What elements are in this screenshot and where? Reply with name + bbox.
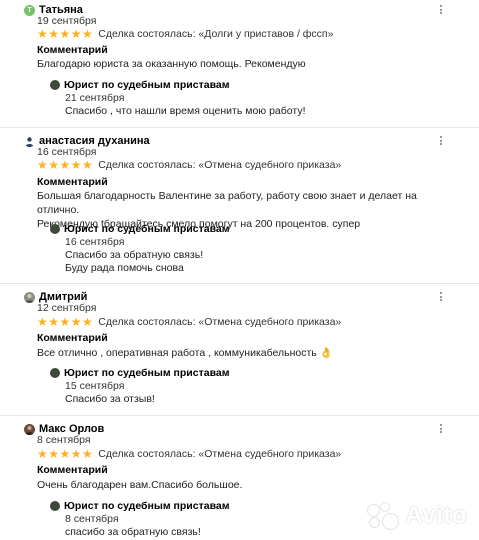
- reply-text: Спасибо за отзыв!: [65, 393, 155, 405]
- reply-text: Буду рада помочь снова: [65, 262, 184, 274]
- comment-label: Комментарий: [37, 332, 108, 344]
- avatar[interactable]: [24, 423, 35, 435]
- comment-line: Большая благодарность Валентине за работ…: [37, 190, 417, 216]
- deal-status: Сделка состоялась: «Отмена судебного при…: [98, 158, 342, 171]
- person-photo-icon: [25, 293, 34, 303]
- avito-logo-icon: [365, 502, 401, 530]
- watermark-text: Avito: [405, 502, 467, 529]
- deal-status: Сделка состоялась: «Отмена судебного при…: [98, 447, 342, 460]
- reply-date: 8 сентября: [65, 513, 119, 525]
- avatar[interactable]: [24, 135, 35, 147]
- review-date: 16 сентября: [37, 146, 97, 158]
- review-date: 19 сентября: [37, 15, 97, 27]
- avatar[interactable]: Т: [24, 4, 35, 16]
- rating-row: ★★★★★ Сделка состоялась: «Отмена судебно…: [37, 157, 342, 172]
- seller-name[interactable]: Юрист по судебным приставам: [64, 79, 230, 91]
- seller-avatar[interactable]: [50, 80, 60, 90]
- comment-label: Комментарий: [37, 176, 108, 188]
- more-options-icon[interactable]: [439, 4, 443, 16]
- rating-row: ★★★★★ Сделка состоялась: «Долги у приста…: [37, 26, 334, 41]
- comment-label: Комментарий: [37, 464, 108, 476]
- divider: [0, 283, 479, 284]
- seller-avatar[interactable]: [50, 368, 60, 378]
- rating-stars-icon: ★★★★★: [37, 26, 94, 41]
- deal-status: Сделка состоялась: «Долги у приставов / …: [98, 27, 334, 40]
- reply-date: 21 сентября: [65, 92, 125, 104]
- seller-name[interactable]: Юрист по судебным приставам: [64, 367, 230, 379]
- comment-label: Комментарий: [37, 44, 108, 56]
- deal-status: Сделка состоялась: «Отмена судебного при…: [98, 315, 342, 328]
- reply-text: спасибо за обратную связь!: [65, 526, 201, 538]
- reply-text: Спасибо за обратную связь!: [65, 249, 204, 261]
- seller-reply: Юрист по судебным приставам 8 сентября с…: [50, 499, 230, 539]
- seller-name[interactable]: Юрист по судебным приставам: [64, 500, 230, 512]
- divider: [0, 127, 479, 128]
- avito-watermark: Avito: [365, 502, 467, 530]
- person-photo-icon: [25, 425, 34, 435]
- rating-stars-icon: ★★★★★: [37, 314, 94, 329]
- seller-reply: Юрист по судебным приставам 21 сентября …: [50, 78, 305, 118]
- comment-text: Очень благодарен вам.Спасибо большое.: [37, 479, 243, 491]
- rating-stars-icon: ★★★★★: [37, 446, 94, 461]
- more-options-icon[interactable]: [439, 291, 443, 303]
- rating-row: ★★★★★ Сделка состоялась: «Отмена судебно…: [37, 446, 342, 461]
- rating-row: ★★★★★ Сделка состоялась: «Отмена судебно…: [37, 314, 342, 329]
- comment-text: Благодарю юриста за оказанную помощь. Ре…: [37, 58, 306, 70]
- seller-name[interactable]: Юрист по судебным приставам: [64, 223, 230, 235]
- comment-text: Все отлично , оперативная работа , комму…: [37, 347, 333, 359]
- reply-text: Спасибо , что нашли время оценить мою ра…: [65, 105, 306, 117]
- review-date: 8 сентября: [37, 434, 91, 446]
- rating-stars-icon: ★★★★★: [37, 157, 94, 172]
- divider: [0, 415, 479, 416]
- person-icon: [25, 136, 34, 147]
- avatar[interactable]: [24, 291, 35, 303]
- review-date: 12 сентября: [37, 302, 97, 314]
- more-options-icon[interactable]: [439, 135, 443, 147]
- seller-reply: Юрист по судебным приставам 16 сентября …: [50, 222, 230, 275]
- seller-avatar[interactable]: [50, 501, 60, 511]
- seller-avatar[interactable]: [50, 224, 60, 234]
- reply-date: 15 сентября: [65, 380, 125, 392]
- seller-reply: Юрист по судебным приставам 15 сентября …: [50, 366, 230, 406]
- more-options-icon[interactable]: [439, 423, 443, 435]
- reply-date: 16 сентября: [65, 236, 125, 248]
